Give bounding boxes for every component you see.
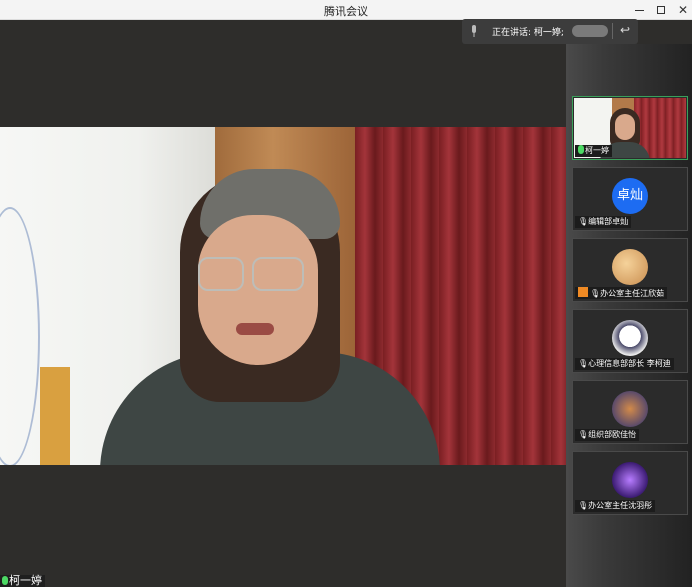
speaking-label: 正在讲话: 柯一婷; bbox=[492, 28, 564, 38]
avatar bbox=[612, 462, 648, 498]
collapse-arrow-icon[interactable]: ↩ bbox=[620, 23, 630, 37]
participant-name-tag: 🎙编辑部卓灿 bbox=[575, 216, 632, 228]
mic-muted-icon: 🎙 bbox=[578, 430, 589, 439]
mic-icon bbox=[2, 576, 8, 585]
maximize-button[interactable] bbox=[650, 0, 672, 20]
main-video-name: 柯一婷 bbox=[9, 574, 42, 587]
participant-tile[interactable]: 🎙办公室主任江欣茹 bbox=[572, 238, 688, 302]
minimize-icon bbox=[634, 10, 644, 11]
participant-name-tag: 柯一婷 bbox=[575, 145, 612, 157]
mic-muted-icon: 🎙 bbox=[578, 501, 589, 510]
maximize-icon bbox=[657, 6, 665, 14]
participant-tile[interactable]: 🎙心理信息部部长 李柯迪 bbox=[572, 309, 688, 373]
divider bbox=[612, 23, 613, 39]
close-icon: ✕ bbox=[677, 3, 689, 17]
title-bar: 腾讯会议 ✕ bbox=[0, 0, 692, 20]
participant-tile[interactable]: 柯一婷 bbox=[572, 96, 688, 160]
window-title: 腾讯会议 bbox=[324, 5, 368, 18]
main-video-name-tag: 柯一婷 bbox=[0, 575, 45, 587]
participant-name: 柯一婷 bbox=[585, 146, 609, 155]
participant-name: 组织部欧佳怡 bbox=[588, 430, 637, 439]
avatar bbox=[612, 320, 648, 356]
video-glasses-right bbox=[252, 257, 304, 291]
minimize-button[interactable] bbox=[628, 0, 650, 20]
avatar bbox=[612, 391, 648, 427]
mic-muted-icon: 🎙 bbox=[578, 359, 589, 368]
mic-icon bbox=[578, 145, 584, 154]
avatar bbox=[612, 249, 648, 285]
speaking-indicator: 正在讲话: 柯一婷; ↩ bbox=[462, 19, 638, 44]
participant-name-tag: 🎙办公室主任江欣茹 bbox=[575, 287, 668, 299]
participant-tile[interactable]: 🎙组织部欧佳怡 bbox=[572, 380, 688, 444]
speaker-avatars-blur bbox=[572, 25, 608, 37]
mic-icon bbox=[472, 25, 476, 37]
mic-muted-icon: 🎙 bbox=[578, 217, 589, 226]
main-video[interactable] bbox=[0, 127, 566, 465]
participant-name: 心理信息部部长 李柯迪 bbox=[588, 359, 671, 368]
participant-name: 办公室主任江欣茹 bbox=[600, 289, 665, 298]
video-person-mouth bbox=[236, 323, 274, 335]
meeting-window: 腾讯会议 ✕ 柯一婷 正在讲话: 柯一婷; ↩ 柯一婷 卓灿 🎙编辑部卓灿 🎙办… bbox=[0, 0, 692, 587]
thumb-face bbox=[615, 114, 635, 140]
close-button[interactable]: ✕ bbox=[672, 0, 692, 20]
participant-name: 编辑部卓灿 bbox=[588, 217, 629, 226]
video-glasses-left bbox=[198, 257, 244, 291]
participant-name-tag: 🎙心理信息部部长 李柯迪 bbox=[575, 358, 674, 370]
video-board bbox=[40, 367, 70, 465]
participant-tile[interactable]: 🎙办公室主任沈羽彤 bbox=[572, 451, 688, 515]
participant-name: 办公室主任沈羽彤 bbox=[588, 501, 653, 510]
participant-name-tag: 🎙办公室主任沈羽彤 bbox=[575, 500, 656, 512]
mic-muted-icon: 🎙 bbox=[590, 289, 601, 298]
avatar: 卓灿 bbox=[612, 178, 648, 214]
participant-tile[interactable]: 卓灿 🎙编辑部卓灿 bbox=[572, 167, 688, 231]
host-icon bbox=[578, 287, 588, 297]
participant-name-tag: 🎙组织部欧佳怡 bbox=[575, 429, 640, 441]
